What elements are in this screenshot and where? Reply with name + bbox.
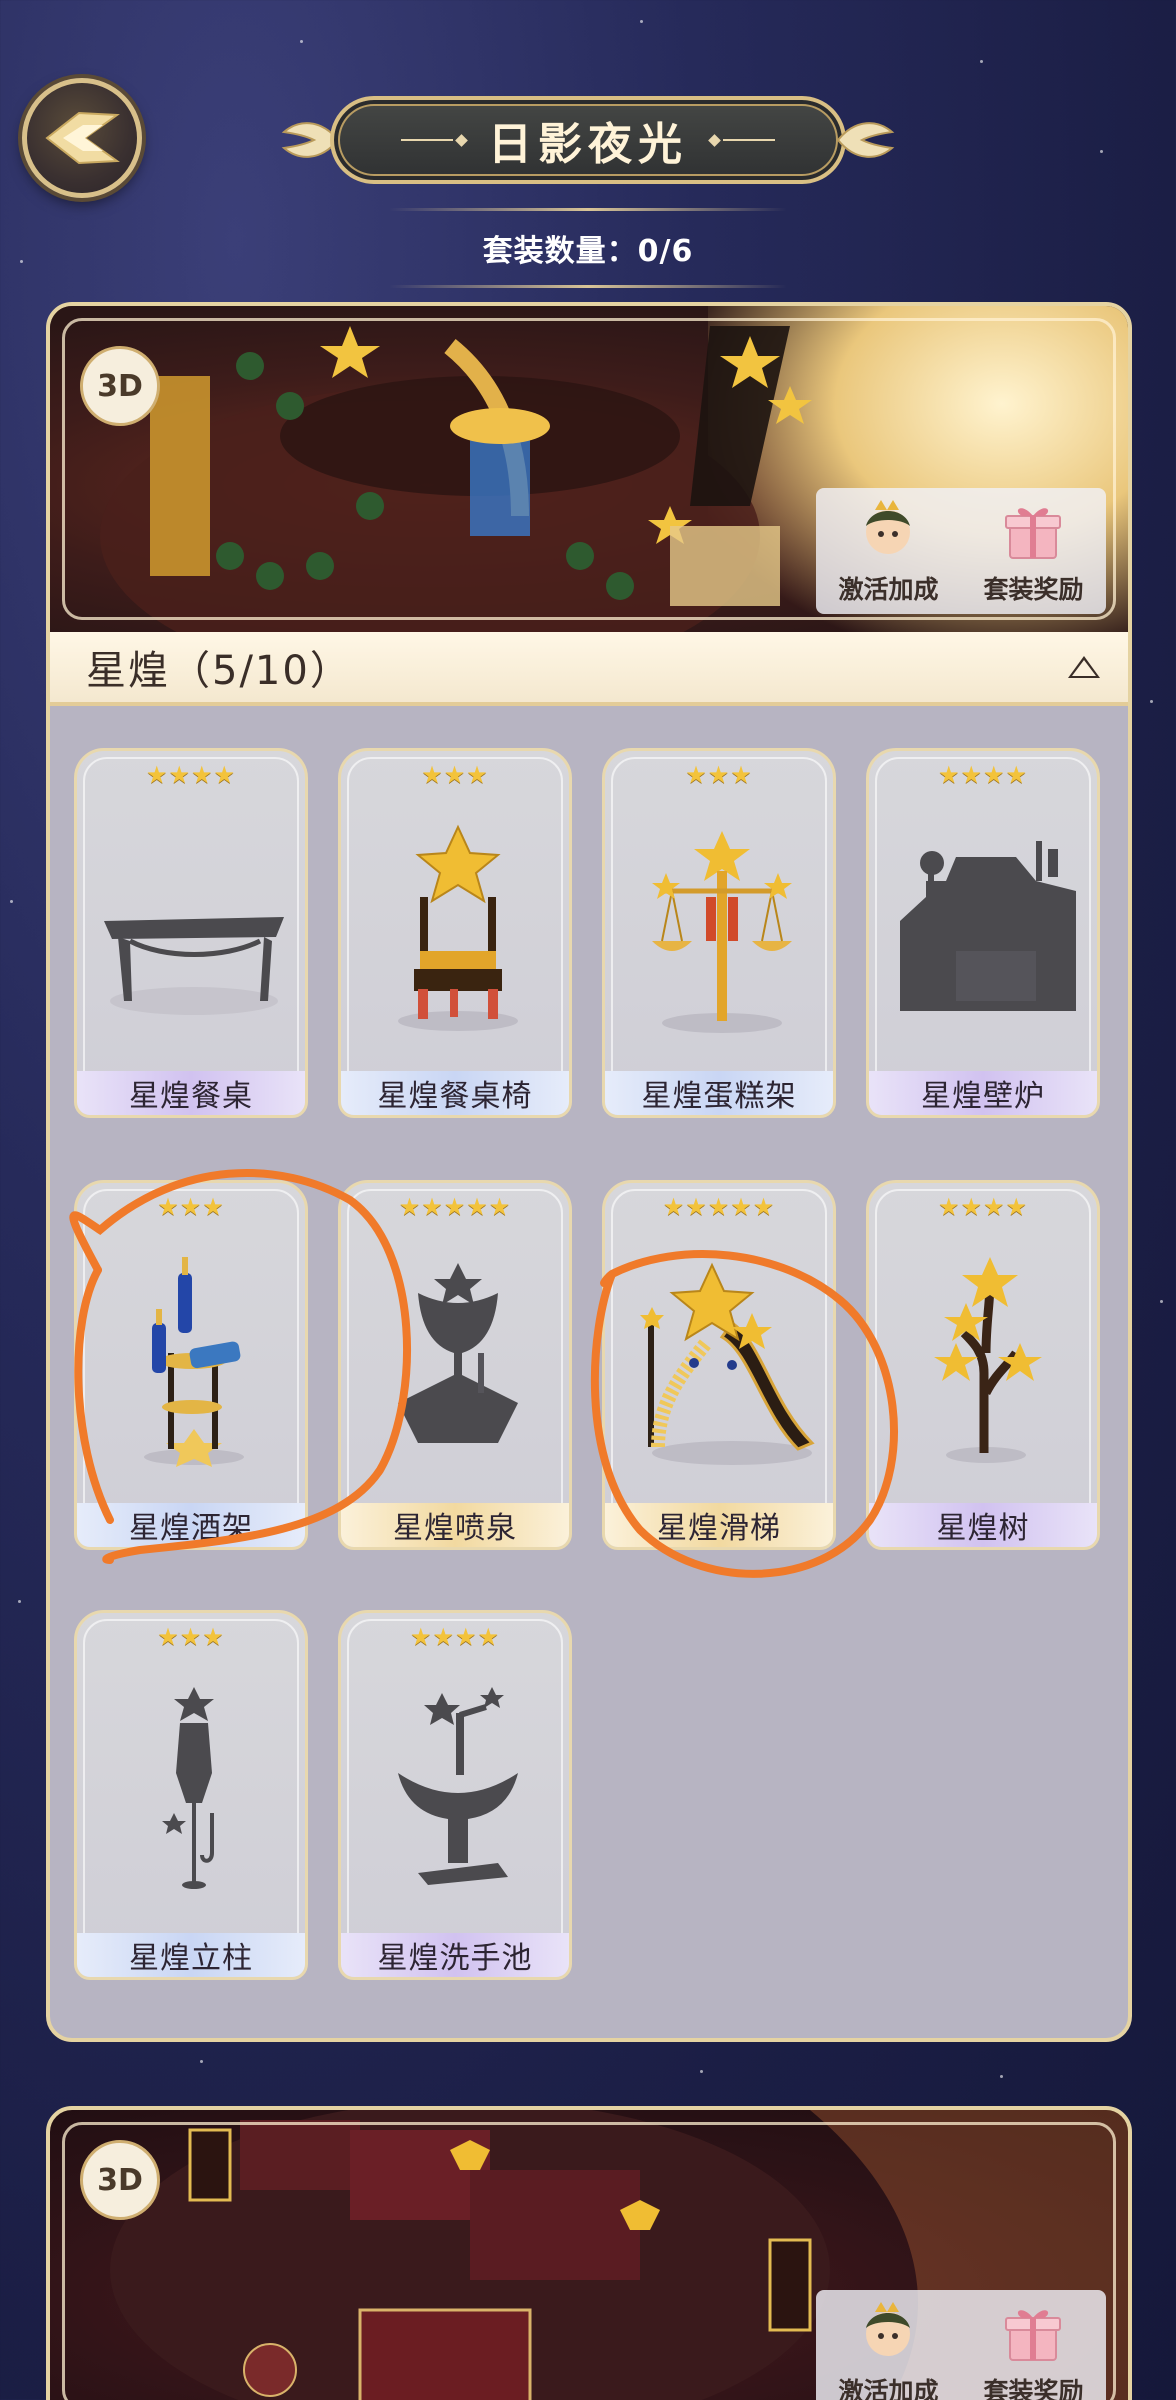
title-banner: 日影夜光 [280, 96, 896, 188]
dining-table-silhouette [104, 917, 284, 1015]
item-card[interactable]: ★★★ 星煌餐桌椅 [338, 748, 572, 1118]
item-card[interactable]: ★★★ 星煌蛋糕架 [602, 748, 836, 1118]
set-reward-label: 套装奖励 [983, 2377, 1084, 2400]
set-reward-button[interactable]: 套装奖励 [983, 2298, 1084, 2400]
ornament-wing-icon [836, 122, 895, 158]
activate-bonus-button[interactable]: 激活加成 [838, 2298, 939, 2400]
fountain-silhouette [398, 1263, 518, 1443]
banner-action-bar: 激活加成 套装奖励 [816, 2290, 1106, 2400]
item-card[interactable]: ★★★★★ 星煌喷泉 [338, 1180, 572, 1550]
item-name: 星煌酒架 [77, 1503, 305, 1547]
rarity-stars: ★★★ [421, 761, 489, 789]
slide-image [640, 1262, 815, 1465]
rarity-stars: ★★★ [157, 1193, 225, 1221]
item-card[interactable]: ★★★★ 星煌餐桌 [74, 748, 308, 1118]
section-title: 星煌（5/10） [86, 648, 352, 694]
item-name: 星煌洗手池 [341, 1933, 569, 1977]
gift-box-icon [1005, 508, 1062, 559]
item-name: 星煌立柱 [77, 1933, 305, 1977]
activate-bonus-label: 激活加成 [838, 2377, 939, 2400]
set-reward-label: 套装奖励 [983, 575, 1084, 604]
elf-avatar-icon [866, 2302, 911, 2356]
pillar-silhouette [162, 1687, 214, 1889]
fireplace-silhouette [900, 841, 1076, 1011]
item-card[interactable]: ★★★★ 星煌壁炉 [866, 748, 1100, 1118]
item-name: 星煌树 [869, 1503, 1097, 1547]
rarity-stars: ★★★★ [937, 761, 1029, 789]
item-name: 星煌蛋糕架 [605, 1071, 833, 1115]
star-tree-image [934, 1257, 1042, 1463]
rarity-stars: ★★★ [157, 1623, 225, 1651]
view-3d-button[interactable]: 3D [80, 2140, 160, 2220]
collapse-arrow-icon[interactable] [1068, 656, 1100, 678]
washbasin-silhouette [398, 1687, 518, 1885]
item-name: 星煌滑梯 [605, 1503, 833, 1547]
view-3d-button[interactable]: 3D [80, 346, 160, 426]
item-name: 星煌餐桌 [77, 1071, 305, 1115]
rarity-stars: ★★★ [685, 761, 753, 789]
item-name: 星煌喷泉 [341, 1503, 569, 1547]
page-title: 日影夜光 [488, 119, 688, 170]
item-name: 星煌餐桌椅 [341, 1071, 569, 1115]
item-card[interactable]: ★★★ 星煌酒架 [74, 1180, 308, 1550]
set-count-label: 套装数量：0/6 [482, 234, 694, 269]
item-card[interactable]: ★★★★★ 星煌滑梯 [602, 1180, 836, 1550]
item-card[interactable]: ★★★★ 星煌洗手池 [338, 1610, 572, 1980]
rarity-stars: ★★★★★ [662, 1193, 776, 1221]
activate-bonus-button[interactable]: 激活加成 [838, 496, 939, 606]
rarity-stars: ★★★★ [145, 761, 237, 789]
back-button[interactable] [22, 78, 142, 198]
rarity-stars: ★★★★ [937, 1193, 1029, 1221]
set-panel: 3D 激活加成 套装奖励 星煌（5/10） ★★★★ 星煌餐桌 ★★★ 星煌餐桌… [46, 302, 1132, 2042]
rarity-stars: ★★★★ [409, 1623, 501, 1651]
cake-stand-image [652, 831, 792, 1033]
gift-box-icon [1005, 2310, 1062, 2361]
activate-bonus-label: 激活加成 [838, 575, 939, 604]
wine-rack-image [144, 1257, 244, 1467]
rarity-stars: ★★★★★ [398, 1193, 512, 1221]
elf-avatar-icon [866, 500, 911, 554]
section-header[interactable]: 星煌（5/10） [50, 632, 1128, 706]
item-name: 星煌壁炉 [869, 1071, 1097, 1115]
item-card[interactable]: ★★★★ 星煌树 [866, 1180, 1100, 1550]
item-card[interactable]: ★★★ 星煌立柱 [74, 1610, 308, 1980]
banner-action-bar: 激活加成 套装奖励 [816, 488, 1106, 614]
set-preview-banner[interactable]: 3D 激活加成 套装奖励 [46, 2106, 1132, 2400]
star-chair-image [398, 824, 518, 1031]
set-count-bar: 套装数量：0/6 [390, 208, 786, 288]
set-preview-banner[interactable]: 3D 激活加成 套装奖励 [50, 306, 1128, 632]
set-reward-button[interactable]: 套装奖励 [983, 496, 1084, 606]
back-arrow-icon [45, 111, 120, 165]
